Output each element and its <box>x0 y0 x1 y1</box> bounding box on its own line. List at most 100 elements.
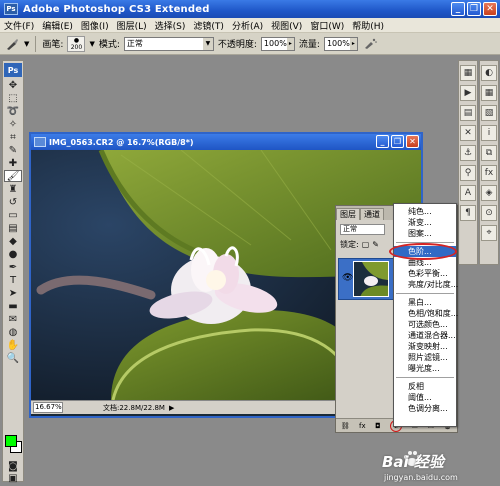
menu-item-color-balance[interactable]: 色彩平衡... <box>394 268 456 279</box>
airbrush-icon[interactable] <box>362 36 378 52</box>
menu-item-gradient-map[interactable]: 渐变映射... <box>394 341 456 352</box>
layer-blend-mode-select[interactable]: 正常 <box>340 223 385 235</box>
menu-separator <box>396 377 454 378</box>
actions-icon[interactable]: ▶ <box>460 85 476 101</box>
shape-tool-icon[interactable]: ▬ <box>4 300 22 312</box>
mode-select[interactable]: 正常 ▼ <box>123 36 214 51</box>
menu-layer[interactable]: 图层(L) <box>113 19 151 32</box>
menu-item-black-white[interactable]: 黑白... <box>394 297 456 308</box>
menu-image[interactable]: 图像(I) <box>77 19 113 32</box>
fx-icon[interactable]: fx <box>481 165 497 181</box>
lock-brush-icon[interactable]: ✎ <box>372 240 379 249</box>
clone-source-icon[interactable]: ⚲ <box>460 165 476 181</box>
status-menu-arrow-icon[interactable]: ▶ <box>169 404 174 412</box>
info-icon[interactable]: i <box>481 125 497 141</box>
menu-analysis[interactable]: 分析(A) <box>228 19 267 32</box>
swatches-icon[interactable]: ▦ <box>481 85 497 101</box>
navigator-icon[interactable]: ▦ <box>460 65 476 81</box>
quick-mask-icon[interactable]: ◙ <box>4 460 22 472</box>
document-title-bar[interactable]: IMG_0563.CR2 @ 16.7%(RGB/8*) _ ❐ ✕ <box>31 134 421 150</box>
brush-picker[interactable]: ● 200 <box>67 35 86 52</box>
restore-button[interactable]: ❐ <box>467 2 481 16</box>
menu-view[interactable]: 视图(V) <box>267 19 306 32</box>
clone-stamp-tool-icon[interactable]: ♜ <box>4 183 22 195</box>
menu-help[interactable]: 帮助(H) <box>348 19 388 32</box>
zoom-level-field[interactable]: 16.67% <box>33 402 63 413</box>
lasso-tool-icon[interactable]: ➰ <box>4 105 22 117</box>
tab-layers[interactable]: 图层 <box>336 208 360 220</box>
layer-style-icon[interactable]: fx <box>359 422 366 430</box>
character-icon[interactable]: A <box>460 185 476 201</box>
magic-wand-tool-icon[interactable]: ✧ <box>4 118 22 130</box>
layer-row-background[interactable]: 👁 <box>338 258 398 300</box>
pen-tool-icon[interactable]: ✒ <box>4 261 22 273</box>
history-icon[interactable]: ▤ <box>460 105 476 121</box>
path-selection-tool-icon[interactable]: ➤ <box>4 287 22 299</box>
chevron-down-icon[interactable]: ▼ <box>89 40 94 48</box>
marquee-tool-icon[interactable]: ⬚ <box>4 92 22 104</box>
move-tool-icon[interactable]: ✥ <box>4 79 22 91</box>
paths-icon[interactable]: ⌖ <box>481 225 497 241</box>
notes-tool-icon[interactable]: ✉ <box>4 313 22 325</box>
layers-icon[interactable]: ◈ <box>481 185 497 201</box>
zoom-tool-icon[interactable]: 🔍 <box>4 352 22 364</box>
menu-item-hue-saturation[interactable]: 色相/饱和度... <box>394 308 458 319</box>
flow-field[interactable]: 100% ▸ <box>323 36 358 51</box>
menu-item-selective-color[interactable]: 可选颜色... <box>394 319 456 330</box>
3d-tool-icon[interactable]: ◍ <box>4 326 22 338</box>
menu-item-channel-mixer[interactable]: 通道混合器... <box>394 330 456 341</box>
link-layers-icon[interactable]: ⛓ <box>341 422 350 430</box>
blur-tool-icon[interactable]: ◆ <box>4 235 22 247</box>
menu-file[interactable]: 文件(F) <box>0 19 38 32</box>
close-button[interactable]: ✕ <box>483 2 497 16</box>
healing-brush-tool-icon[interactable]: ✚ <box>4 157 22 169</box>
brush-tool-preset-icon[interactable] <box>4 36 20 52</box>
paragraph-icon[interactable]: ¶ <box>460 205 476 221</box>
brush-size-value: 200 <box>70 43 83 51</box>
menu-window[interactable]: 窗口(W) <box>306 19 348 32</box>
menu-item-curves[interactable]: 曲线... <box>394 257 456 268</box>
layer-mask-icon[interactable]: ◘ <box>375 422 381 430</box>
menu-item-invert[interactable]: 反相 <box>394 381 456 392</box>
document-minimize-button[interactable]: _ <box>376 135 389 148</box>
menu-item-levels[interactable]: 色阶... <box>394 246 456 257</box>
crop-tool-icon[interactable]: ⌗ <box>4 131 22 143</box>
tools-preset-icon[interactable]: ✕ <box>460 125 476 141</box>
menu-item-gradient[interactable]: 渐变... <box>394 217 456 228</box>
menu-item-brightness-contrast[interactable]: 亮度/对比度... <box>394 279 458 290</box>
menu-item-posterize[interactable]: 色调分离... <box>394 403 456 414</box>
channels-icon[interactable]: ⊙ <box>481 205 497 221</box>
menu-item-exposure[interactable]: 曝光度... <box>394 363 456 374</box>
eyedropper-tool-icon[interactable]: ✎ <box>4 144 22 156</box>
type-tool-icon[interactable]: T <box>4 274 22 286</box>
styles-icon[interactable]: ▧ <box>481 105 497 121</box>
menu-item-photo-filter[interactable]: 照片滤镜... <box>394 352 456 363</box>
photoshop-logo: Ps <box>4 63 22 77</box>
opacity-field[interactable]: 100% ▸ <box>260 36 295 51</box>
color-icon[interactable]: ◐ <box>481 65 497 81</box>
brush-tool-icon[interactable]: 🖌 <box>4 170 22 182</box>
gradient-tool-icon[interactable]: ▤ <box>4 222 22 234</box>
menu-edit[interactable]: 编辑(E) <box>38 19 77 32</box>
hand-tool-icon[interactable]: ✋ <box>4 339 22 351</box>
menu-item-solid-color[interactable]: 纯色... <box>394 206 456 217</box>
menu-filter[interactable]: 滤镜(T) <box>189 19 228 32</box>
dodge-tool-icon[interactable]: ● <box>4 248 22 260</box>
brushes-icon[interactable]: ⚓ <box>460 145 476 161</box>
minimize-button[interactable]: _ <box>451 2 465 16</box>
foreground-color-swatch[interactable] <box>5 435 17 447</box>
eye-icon[interactable]: 👁 <box>342 273 353 283</box>
histogram-icon[interactable]: ⧉ <box>481 145 497 161</box>
eraser-tool-icon[interactable]: ▭ <box>4 209 22 221</box>
chevron-down-icon[interactable]: ▼ <box>24 40 29 48</box>
menu-select[interactable]: 选择(S) <box>151 19 190 32</box>
screen-mode-icon[interactable]: ▣ <box>4 472 22 484</box>
document-close-button[interactable]: ✕ <box>406 135 419 148</box>
lock-transparency-icon[interactable]: ▢ <box>362 240 370 249</box>
history-brush-tool-icon[interactable]: ↺ <box>4 196 22 208</box>
menu-item-pattern[interactable]: 图案... <box>394 228 456 239</box>
layer-thumbnail <box>353 261 389 297</box>
menu-item-threshold[interactable]: 阈值... <box>394 392 456 403</box>
tab-channels[interactable]: 通道 <box>360 208 384 220</box>
document-restore-button[interactable]: ❐ <box>391 135 404 148</box>
